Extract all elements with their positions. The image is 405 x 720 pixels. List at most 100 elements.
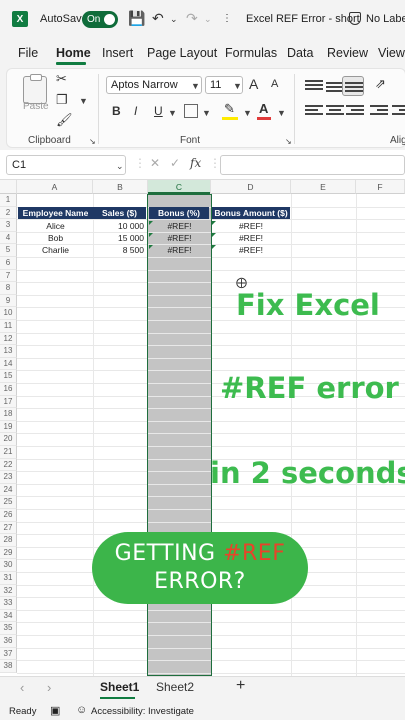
font-size-dropdown-icon[interactable]: ▼	[233, 81, 242, 91]
row-header-30[interactable]: 30	[0, 559, 17, 572]
tab-page-layout[interactable]: Page Layout	[147, 46, 217, 60]
col-header-b[interactable]: B	[93, 180, 148, 194]
name-box-dropdown-icon[interactable]: ⌄	[116, 161, 124, 172]
row-header-33[interactable]: 33	[0, 597, 17, 610]
prev-sheet-icon[interactable]: ‹	[20, 680, 24, 695]
align-bottom-icon[interactable]	[345, 82, 363, 96]
underline-button[interactable]: U	[154, 104, 163, 118]
borders-icon[interactable]	[184, 104, 198, 118]
row-header-32[interactable]: 32	[0, 584, 17, 598]
redo-icon[interactable]: ↷	[186, 10, 198, 27]
error-indicator-icon[interactable]	[212, 245, 216, 249]
cell-d4[interactable]: #REF!	[211, 232, 291, 244]
cell-b4[interactable]: 15 000	[93, 232, 144, 244]
font-color-icon[interactable]: A	[259, 101, 268, 116]
font-launcher-icon[interactable]: ↘	[285, 137, 292, 146]
row-header-38[interactable]: 38	[0, 660, 17, 673]
row-header-29[interactable]: 29	[0, 546, 17, 560]
row-header-31[interactable]: 31	[0, 572, 17, 585]
sensitivity-shield-icon[interactable]	[349, 12, 361, 25]
table-header-employee[interactable]: Employee Name	[18, 207, 93, 219]
tab-data[interactable]: Data	[287, 46, 313, 60]
error-indicator-icon[interactable]	[212, 221, 216, 225]
fill-color-icon[interactable]: ✎	[224, 101, 235, 117]
save-icon[interactable]: 💾	[128, 10, 145, 27]
row-header-15[interactable]: 15	[0, 370, 17, 383]
add-sheet-button[interactable]: +	[236, 677, 245, 695]
font-name-box[interactable]: Aptos Narrow	[106, 76, 202, 94]
autosave-toggle[interactable]: On	[82, 11, 118, 28]
row-header-16[interactable]: 16	[0, 383, 17, 396]
row-header-34[interactable]: 34	[0, 609, 17, 623]
tab-home[interactable]: Home	[56, 46, 91, 60]
cell-b5[interactable]: 8 500	[93, 244, 144, 256]
tab-insert[interactable]: Insert	[102, 46, 133, 60]
align-right-icon[interactable]	[346, 105, 364, 119]
macro-record-icon[interactable]: ▣	[50, 704, 60, 717]
tab-review[interactable]: Review	[327, 46, 368, 60]
table-header-bonus-amount[interactable]: Bonus Amount ($)	[212, 207, 290, 219]
select-all-corner[interactable]	[0, 180, 17, 194]
row-header-22[interactable]: 22	[0, 458, 17, 472]
paste-label[interactable]: Paste	[23, 101, 49, 112]
row-header-19[interactable]: 19	[0, 420, 17, 434]
grow-font-button[interactable]: A	[249, 76, 258, 92]
row-header-20[interactable]: 20	[0, 433, 17, 446]
cut-icon[interactable]: ✂	[56, 71, 67, 87]
cell-b3[interactable]: 10 000	[93, 220, 144, 232]
sheet-tab-sheet1[interactable]: Sheet1	[100, 680, 139, 694]
row-header-12[interactable]: 12	[0, 332, 17, 346]
undo-dropdown-icon[interactable]: ⌄	[170, 14, 178, 25]
row-header-7[interactable]: 7	[0, 269, 17, 283]
sheet-tab-sheet2[interactable]: Sheet2	[156, 680, 194, 694]
row-header-11[interactable]: 11	[0, 320, 17, 333]
customize-toolbar-icon[interactable]: ⋮	[222, 13, 232, 24]
row-header-8[interactable]: 8	[0, 282, 17, 295]
cancel-entry-icon[interactable]: ✕	[150, 156, 160, 170]
error-indicator-icon[interactable]	[149, 233, 153, 237]
insert-function-button[interactable]: fx	[190, 156, 201, 170]
row-header-3[interactable]: 3	[0, 219, 17, 232]
row-header-24[interactable]: 24	[0, 483, 17, 497]
font-name-dropdown-icon[interactable]: ▼	[191, 81, 200, 91]
cell-c4[interactable]: #REF!	[148, 232, 211, 244]
sensitivity-label[interactable]: No Label	[366, 13, 405, 25]
col-header-f[interactable]: F	[356, 180, 405, 194]
row-header-27[interactable]: 27	[0, 521, 17, 535]
status-accessibility[interactable]: Accessibility: Investigate	[91, 706, 194, 717]
cell-c5[interactable]: #REF!	[148, 244, 211, 256]
decrease-indent-icon[interactable]	[370, 105, 388, 119]
accessibility-icon[interactable]: ☺	[76, 704, 87, 716]
table-header-sales[interactable]: Sales ($)	[93, 207, 146, 219]
row-header-18[interactable]: 18	[0, 408, 17, 421]
col-header-c[interactable]: C	[148, 180, 211, 194]
col-header-a[interactable]: A	[17, 180, 93, 194]
cell-a3[interactable]: Alice	[18, 220, 93, 232]
cell-a5[interactable]: Charlie	[18, 244, 93, 256]
formula-input[interactable]	[220, 155, 405, 175]
tab-file[interactable]: File	[18, 46, 38, 60]
confirm-entry-icon[interactable]: ✓	[170, 156, 180, 170]
row-header-21[interactable]: 21	[0, 446, 17, 459]
fill-color-dropdown-icon[interactable]: ▼	[243, 108, 252, 118]
row-header-2[interactable]: 2	[0, 206, 17, 220]
align-top-icon[interactable]	[305, 80, 323, 94]
tab-formulas[interactable]: Formulas	[225, 46, 277, 60]
row-header-9[interactable]: 9	[0, 294, 17, 308]
clipboard-launcher-icon[interactable]: ↘	[89, 137, 96, 146]
borders-dropdown-icon[interactable]: ▼	[202, 108, 211, 118]
copy-icon[interactable]: ❐	[56, 92, 68, 108]
tab-view[interactable]: View	[378, 46, 405, 60]
paste-icon[interactable]	[23, 74, 47, 104]
row-header-36[interactable]: 36	[0, 635, 17, 648]
row-header-23[interactable]: 23	[0, 471, 17, 484]
row-header-35[interactable]: 35	[0, 622, 17, 635]
row-header-4[interactable]: 4	[0, 231, 17, 245]
cell-d3[interactable]: #REF!	[211, 220, 291, 232]
row-header-10[interactable]: 10	[0, 307, 17, 320]
format-painter-icon[interactable]: 🖌	[56, 112, 73, 128]
col-header-d[interactable]: D	[211, 180, 291, 194]
row-header-26[interactable]: 26	[0, 509, 17, 522]
cell-c3[interactable]: #REF!	[148, 220, 211, 232]
increase-indent-icon[interactable]	[392, 105, 405, 119]
